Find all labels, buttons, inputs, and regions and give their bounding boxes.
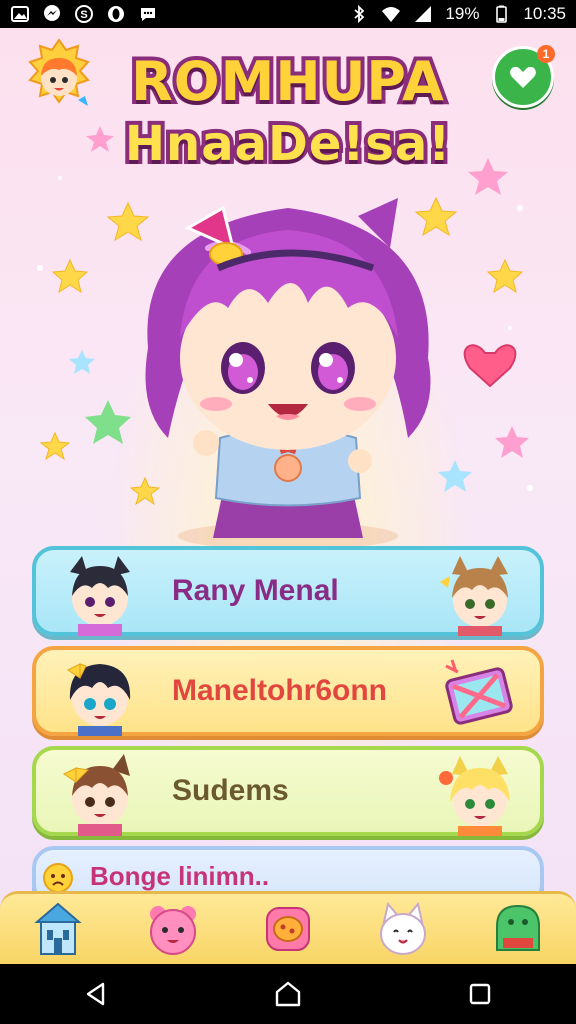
menu-item-2[interactable]: Maneltohr6onn xyxy=(32,646,544,736)
food-plate-icon xyxy=(265,907,310,951)
toolbar-shop-button[interactable] xyxy=(488,899,548,959)
white-cat-icon xyxy=(380,901,427,955)
toolbar-home-button[interactable] xyxy=(28,899,88,959)
brown-hair-cat-avatar-icon xyxy=(440,556,508,636)
game-title-line1: ROMHUPA xyxy=(127,46,448,117)
android-nav-bar xyxy=(0,964,576,1024)
bottom-toolbar xyxy=(0,891,576,964)
nav-back-button[interactable] xyxy=(66,964,126,1024)
system-icons: 19% 10:35 xyxy=(349,4,566,24)
floating-heart xyxy=(463,344,517,388)
toolbar-food-button[interactable] xyxy=(258,899,318,959)
menu-item-label: Rany Menal xyxy=(172,574,339,607)
skype-icon: S xyxy=(74,4,94,24)
black-hair-bow-avatar-icon xyxy=(67,663,131,736)
battery-percent: 19% xyxy=(445,4,480,23)
menu-item-label: Maneltohr6onn xyxy=(172,674,387,707)
sad-face-icon xyxy=(43,863,73,893)
menu-item-label: Sudems xyxy=(172,774,289,807)
menu-item-3[interactable]: Sudems xyxy=(32,746,544,836)
blonde-cat-girl-avatar-icon xyxy=(439,756,510,836)
svg-text:S: S xyxy=(80,9,87,21)
green-shop-icon xyxy=(496,904,541,951)
opera-icon xyxy=(106,4,126,24)
toolbar-cat-button[interactable] xyxy=(373,899,433,959)
menu-item-1[interactable]: Rany Menal xyxy=(32,546,544,636)
photo-icon xyxy=(10,4,30,24)
wifi-icon xyxy=(381,4,401,24)
pink-bear-icon xyxy=(149,906,196,955)
back-triangle-icon xyxy=(86,982,105,1006)
home-nav-icon xyxy=(275,981,301,1007)
messenger-icon xyxy=(42,4,62,24)
toolbar-pet-button[interactable] xyxy=(143,899,203,959)
gift-box-icon xyxy=(445,659,513,725)
home-house-icon xyxy=(33,902,82,955)
brown-hair-cat-girl-avatar-icon xyxy=(63,754,130,836)
notification-icons: S xyxy=(10,4,158,24)
chat-icon xyxy=(138,4,158,24)
app-screen: 1 ROMHUPA HnaaDe!sa! Rany Menal Maneltoh… xyxy=(0,28,576,964)
bluetooth-icon xyxy=(349,4,369,24)
dark-hair-cat-avatar-icon xyxy=(70,556,130,636)
recents-square-icon xyxy=(469,983,491,1005)
battery-icon xyxy=(491,4,511,24)
clock: 10:35 xyxy=(523,4,566,23)
game-title-line2: HnaaDe!sa! xyxy=(121,112,454,176)
nav-home-button[interactable] xyxy=(258,964,318,1024)
chibi-character-illustration xyxy=(145,198,431,548)
nav-recents-button[interactable] xyxy=(450,964,510,1024)
signal-icon xyxy=(413,4,433,24)
status-bar: S 19% 10:35 xyxy=(0,0,576,28)
